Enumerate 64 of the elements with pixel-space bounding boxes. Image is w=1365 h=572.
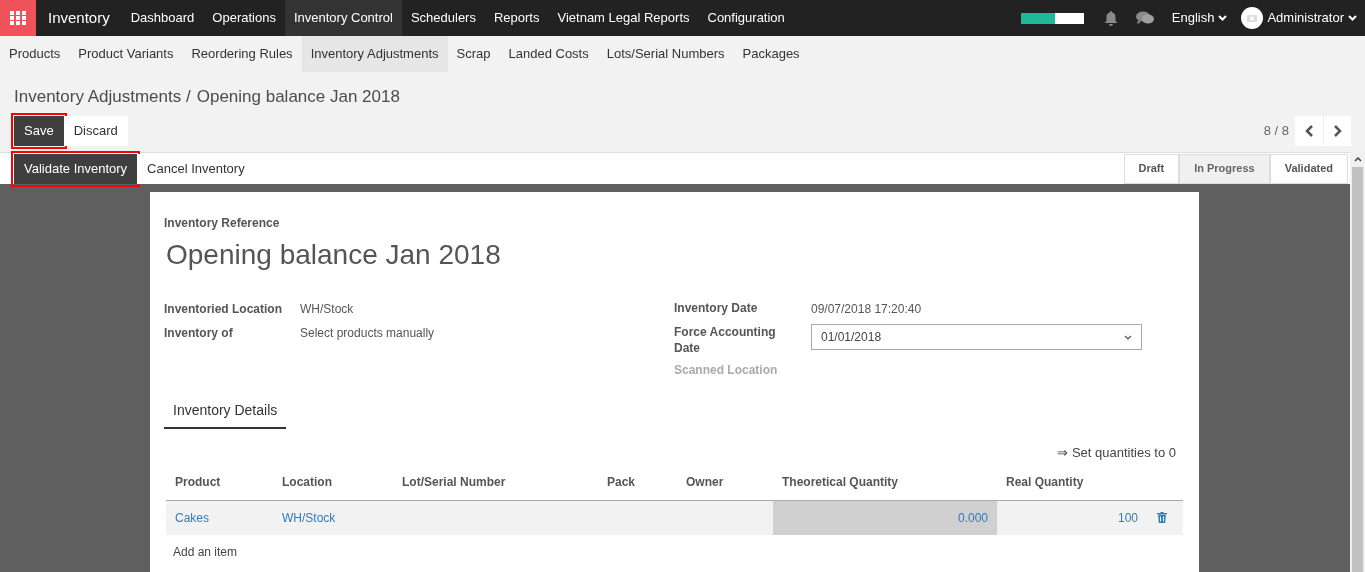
bell-icon[interactable] bbox=[1103, 10, 1118, 26]
main-menu-item[interactable]: Configuration bbox=[698, 0, 794, 36]
app-name: Inventory bbox=[47, 7, 111, 28]
column-header: Pack bbox=[606, 474, 637, 491]
field-label: Inventory Reference bbox=[164, 215, 281, 232]
scrollbar[interactable] bbox=[1350, 152, 1365, 572]
chat-icon[interactable] bbox=[1135, 11, 1154, 25]
action-button[interactable]: Validate Inventory bbox=[14, 153, 138, 184]
field-value: 09/07/2018 17:20:40 bbox=[811, 301, 922, 318]
sub-menu-item[interactable]: Products bbox=[0, 36, 70, 72]
pager-value: 8 / 8 bbox=[1263, 122, 1289, 141]
record-title: Opening balance Jan 2018 bbox=[166, 238, 502, 272]
avatar-icon bbox=[1241, 7, 1264, 29]
column-header: Product bbox=[174, 474, 222, 491]
main-menu-item[interactable]: Operations bbox=[203, 0, 285, 36]
add-item-link[interactable]: Add an item bbox=[173, 542, 238, 561]
field-label: Force Accounting Date bbox=[674, 324, 777, 356]
field-label: Scanned Location bbox=[674, 362, 779, 378]
chevron-left-icon bbox=[1304, 125, 1314, 137]
column-header: Lot/Serial Number bbox=[401, 474, 507, 491]
action-button[interactable]: Save bbox=[14, 116, 64, 146]
sub-menu-item[interactable]: Inventory Adjustments bbox=[301, 36, 448, 72]
user-menu[interactable]: Administrator bbox=[1241, 7, 1357, 29]
field-label: Inventory Date bbox=[674, 300, 759, 317]
action-button[interactable]: Discard bbox=[63, 116, 128, 146]
sub-menu-item[interactable]: Scrap bbox=[447, 36, 500, 72]
scroll-up-icon[interactable] bbox=[1353, 157, 1362, 162]
sub-menu-item[interactable]: Lots/Serial Numbers bbox=[597, 36, 734, 72]
notebook-tab[interactable]: Inventory Details bbox=[164, 394, 287, 429]
column-header: Real Quantity bbox=[1005, 474, 1085, 491]
chevron-right-icon bbox=[1333, 125, 1342, 137]
table-cell: 0.000 bbox=[773, 500, 997, 535]
main-menu-item[interactable]: Dashboard bbox=[121, 0, 204, 36]
trash-icon[interactable] bbox=[1157, 512, 1167, 523]
main-menu-item[interactable]: Reports bbox=[484, 0, 549, 36]
apps-menu-icon[interactable] bbox=[0, 0, 36, 36]
breadcrumb-link[interactable]: Inventory Adjustments / bbox=[14, 84, 191, 110]
chevron-down-icon bbox=[1124, 334, 1132, 340]
table-cell[interactable]: WH/Stock bbox=[273, 500, 393, 535]
main-menu-item[interactable]: Schedulers bbox=[401, 0, 485, 36]
field-label: Inventoried Location bbox=[164, 301, 283, 318]
status-stage[interactable]: Validated bbox=[1269, 153, 1348, 184]
field-value: WH/Stock bbox=[300, 301, 354, 318]
set-quantities-link[interactable]: ⇒ Set quantities to 0 bbox=[1057, 443, 1176, 463]
table-cell-text: 100 bbox=[1116, 509, 1139, 527]
date-select[interactable]: 01/01/2018 bbox=[811, 324, 1142, 350]
column-header: Location bbox=[281, 474, 333, 491]
breadcrumb-current: Opening balance Jan 2018 bbox=[196, 86, 400, 109]
column-header: Owner bbox=[685, 474, 725, 491]
sub-menu-item[interactable]: Landed Costs bbox=[499, 36, 598, 72]
main-menu-item[interactable]: Inventory Control bbox=[284, 0, 402, 36]
language-menu[interactable]: English bbox=[1171, 8, 1228, 28]
sub-menu-item[interactable]: Reordering Rules bbox=[182, 36, 302, 72]
sub-menu-item[interactable]: Product Variants bbox=[69, 36, 183, 72]
field-label: Inventory of bbox=[164, 325, 234, 342]
status-stage[interactable]: In Progress bbox=[1179, 153, 1270, 184]
sub-menu-item[interactable]: Packages bbox=[733, 36, 809, 72]
main-menu-item[interactable]: Vietnam Legal Reports bbox=[548, 0, 699, 36]
chevron-down-icon bbox=[1218, 15, 1228, 21]
field-value: Select products manually bbox=[300, 325, 435, 342]
chevron-down-icon bbox=[1348, 15, 1357, 21]
table-cell[interactable]: Cakes bbox=[166, 500, 273, 535]
status-stage[interactable]: Draft bbox=[1123, 153, 1180, 184]
column-header: Theoretical Quantity bbox=[781, 474, 900, 491]
